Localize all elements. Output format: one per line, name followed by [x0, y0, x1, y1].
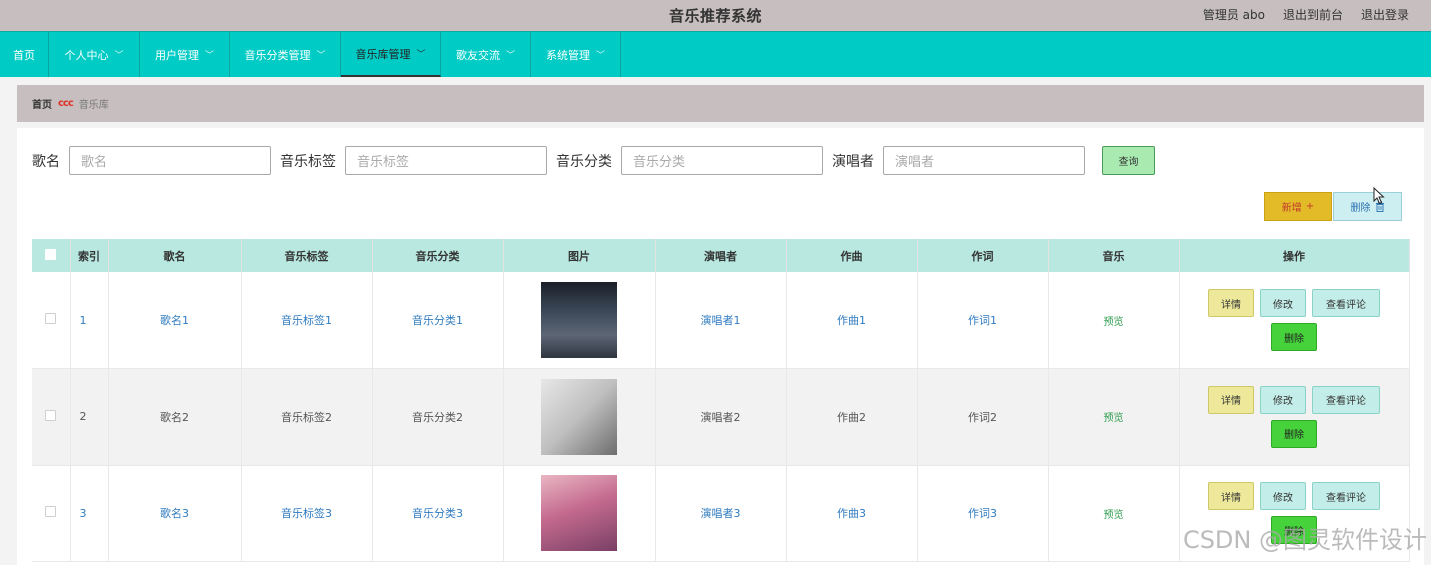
singer-input[interactable]: 演唱者	[883, 146, 1085, 175]
row-checkbox[interactable]	[45, 506, 57, 518]
delete-button[interactable]: 删除	[1271, 419, 1317, 448]
chevron-down-icon: ﹀	[416, 50, 426, 60]
plus-icon: +	[1305, 201, 1315, 212]
breadcrumb-separator-icon: ccc	[58, 98, 74, 109]
column-header-music-tag: 音乐标签	[241, 239, 373, 272]
row-song-name: 歌名2	[108, 368, 242, 466]
select-all-checkbox[interactable]	[45, 248, 57, 260]
nav-item-music-library-management[interactable]: 音乐库管理 ﹀	[341, 32, 441, 77]
view-comments-button[interactable]: 查看评论	[1312, 482, 1380, 511]
album-cover-image	[541, 378, 617, 455]
chevron-down-icon: ﹀	[114, 51, 124, 61]
album-cover-image	[541, 282, 617, 358]
chevron-down-icon: ﹀	[595, 51, 605, 61]
row-lyricist: 作词2	[917, 368, 1049, 466]
row-singer: 演唱者1	[655, 272, 787, 369]
column-header-index: 索引	[70, 239, 109, 272]
exit-to-front-link[interactable]: 退出到前台	[1283, 6, 1343, 23]
add-button[interactable]: 新增 +	[1264, 192, 1332, 221]
edit-button[interactable]: 修改	[1260, 482, 1306, 511]
search-label-singer: 演唱者	[832, 153, 874, 170]
search-label-song-name: 歌名	[32, 153, 60, 170]
row-checkbox[interactable]	[45, 313, 57, 324]
row-music-tag: 音乐标签2	[241, 368, 373, 466]
admin-user-label: 管理员 abo	[1202, 8, 1265, 22]
delete-button[interactable]: 删除	[1271, 323, 1317, 351]
row-index: 3	[70, 465, 109, 562]
nav-item-home[interactable]: 首页	[0, 32, 49, 77]
chevron-down-icon: ﹀	[505, 51, 515, 61]
music-preview-link[interactable]: 预览	[1104, 510, 1124, 521]
column-header-singer: 演唱者	[655, 239, 787, 272]
edit-button[interactable]: 修改	[1260, 289, 1306, 317]
detail-button[interactable]: 详情	[1208, 385, 1254, 414]
row-composer: 作曲3	[786, 465, 918, 562]
select-all-checkbox-cell	[32, 239, 71, 272]
row-music-tag: 音乐标签1	[241, 272, 373, 369]
row-song-name: 歌名1	[108, 272, 242, 369]
breadcrumb: 首页 ccc 音乐库	[17, 85, 1424, 122]
nav-item-personal-center[interactable]: 个人中心 ﹀	[49, 32, 140, 77]
table-header-row: 索引 歌名 音乐标签 音乐分类 图片 演唱者 作曲 作词 音乐 操作	[32, 239, 1410, 272]
column-header-actions: 操作	[1179, 239, 1410, 272]
header-links: 管理员 abo 退出到前台 退出登录	[1203, 6, 1409, 23]
main-nav: 首页 个人中心 ﹀ 用户管理 ﹀ 音乐分类管理 ﹀ 音乐库管理 ﹀ 歌友交流 ﹀ 系统管理…	[0, 31, 1431, 77]
column-header-song-name: 歌名	[108, 239, 242, 272]
watermark: CSDN @图灵软件设计	[1182, 526, 1427, 554]
search-button[interactable]: 查询	[1102, 146, 1155, 175]
chevron-down-icon: ﹀	[316, 51, 326, 61]
song-name-input[interactable]: 歌名	[69, 146, 271, 175]
column-header-composer: 作曲	[786, 239, 918, 272]
top-header: 音乐推荐系统 管理员 abo 退出到前台 退出登录	[0, 0, 1431, 31]
nav-item-fan-exchange[interactable]: 歌友交流 ﹀	[441, 32, 531, 77]
column-header-music: 音乐	[1048, 239, 1180, 272]
row-music-category: 音乐分类1	[372, 272, 504, 369]
table-row: 2 歌名2 音乐标签2 音乐分类2 演唱者2 作曲2 作词2 预览 详情 修改 …	[32, 368, 1410, 466]
music-preview-link[interactable]: 预览	[1104, 317, 1124, 328]
search-label-music-category: 音乐分类	[556, 153, 612, 170]
nav-item-music-category-management[interactable]: 音乐分类管理 ﹀	[230, 32, 341, 77]
row-music-tag: 音乐标签3	[241, 465, 373, 562]
content-panel: 歌名 歌名 音乐标签 音乐标签 音乐分类 音乐分类 演唱者 演唱者 查询 新增 …	[17, 128, 1424, 565]
row-music-category: 音乐分类3	[372, 465, 504, 562]
detail-button[interactable]: 详情	[1208, 289, 1254, 317]
breadcrumb-home[interactable]: 首页	[32, 96, 52, 111]
row-song-name: 歌名3	[108, 465, 242, 562]
mouse-cursor-icon	[1373, 187, 1385, 205]
album-cover-image	[541, 475, 617, 552]
table-row: 1 歌名1 音乐标签1 音乐分类1 演唱者1 作曲1 作词1 预览 详情 修改 …	[32, 272, 1410, 369]
row-composer: 作曲1	[786, 272, 918, 369]
column-header-image: 图片	[503, 239, 656, 272]
row-index: 1	[70, 272, 109, 369]
column-header-music-category: 音乐分类	[372, 239, 504, 272]
breadcrumb-current: 音乐库	[78, 100, 109, 111]
search-label-music-tag: 音乐标签	[280, 153, 336, 170]
row-lyricist: 作词3	[917, 465, 1049, 562]
row-index: 2	[70, 368, 109, 466]
logout-link[interactable]: 退出登录	[1361, 6, 1409, 23]
nav-item-user-management[interactable]: 用户管理 ﹀	[140, 32, 230, 77]
music-category-input[interactable]: 音乐分类	[621, 146, 823, 175]
edit-button[interactable]: 修改	[1260, 385, 1306, 414]
view-comments-button[interactable]: 查看评论	[1312, 385, 1380, 414]
search-form: 歌名 歌名 音乐标签 音乐标签 音乐分类 音乐分类 演唱者 演唱者 查询	[32, 146, 1155, 175]
music-table: 索引 歌名 音乐标签 音乐分类 图片 演唱者 作曲 作词 音乐 操作 1 歌名1…	[32, 239, 1410, 562]
row-checkbox[interactable]	[45, 409, 57, 421]
music-tag-input[interactable]: 音乐标签	[345, 146, 547, 175]
column-header-lyricist: 作词	[917, 239, 1049, 272]
row-composer: 作曲2	[786, 368, 918, 466]
row-actions: 详情 修改 查看评论 删除	[1206, 289, 1382, 351]
view-comments-button[interactable]: 查看评论	[1312, 289, 1380, 317]
detail-button[interactable]: 详情	[1208, 482, 1254, 511]
batch-delete-button[interactable]: 删除	[1333, 192, 1402, 221]
row-music-category: 音乐分类2	[372, 368, 504, 466]
music-preview-link[interactable]: 预览	[1104, 413, 1124, 424]
row-lyricist: 作词1	[917, 272, 1049, 369]
chevron-down-icon: ﹀	[204, 51, 214, 61]
row-singer: 演唱者3	[655, 465, 787, 562]
row-singer: 演唱者2	[655, 368, 787, 466]
nav-item-system-management[interactable]: 系统管理 ﹀	[531, 32, 621, 77]
row-actions: 详情 修改 查看评论 删除	[1206, 385, 1382, 448]
